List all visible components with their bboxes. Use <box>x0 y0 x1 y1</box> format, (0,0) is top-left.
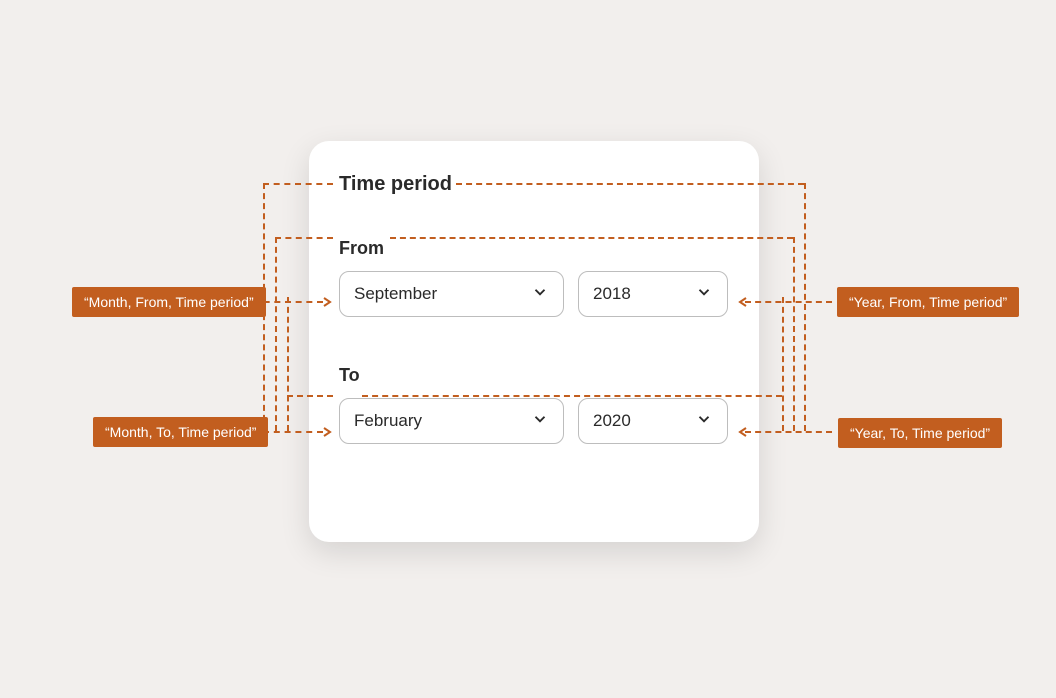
diagram-dashed-line <box>793 237 795 431</box>
arrow-left-icon <box>737 295 749 307</box>
to-month-select[interactable]: February <box>339 398 564 444</box>
diagram-dashed-line <box>263 183 265 431</box>
to-year-select[interactable]: 2020 <box>578 398 728 444</box>
diagram-dashed-line <box>745 431 832 433</box>
chevron-down-icon <box>695 283 713 306</box>
from-group: From September 2018 <box>339 238 729 317</box>
to-month-value: February <box>354 411 422 431</box>
diagram-dashed-line <box>287 395 333 397</box>
diagram-dashed-line <box>390 237 793 239</box>
diagram-dashed-line <box>287 297 289 431</box>
diagram-dashed-line <box>456 183 804 185</box>
diagram-dashed-line <box>362 395 782 397</box>
chevron-down-icon <box>531 410 549 433</box>
from-year-select[interactable]: 2018 <box>578 271 728 317</box>
arrow-left-icon <box>737 425 749 437</box>
diagram-dashed-line <box>804 183 806 431</box>
from-month-select[interactable]: September <box>339 271 564 317</box>
annotation-month-from: “Month, From, Time period” <box>72 287 266 317</box>
diagram-dashed-line <box>275 237 333 239</box>
to-year-value: 2020 <box>593 411 631 431</box>
arrow-right-icon <box>321 295 333 307</box>
diagram-dashed-line <box>745 301 832 303</box>
diagram-dashed-line <box>263 183 333 185</box>
diagram-dashed-line <box>263 431 323 433</box>
annotation-year-to: “Year, To, Time period” <box>838 418 1002 448</box>
chevron-down-icon <box>531 283 549 306</box>
diagram-dashed-line <box>782 297 784 431</box>
from-label: From <box>339 238 729 259</box>
diagram-dashed-line <box>275 237 277 431</box>
to-label: To <box>339 365 729 386</box>
time-period-card: Time period From September 2018 To Febru… <box>309 141 759 542</box>
from-year-value: 2018 <box>593 284 631 304</box>
to-group: To February 2020 <box>339 365 729 444</box>
from-month-value: September <box>354 284 437 304</box>
arrow-right-icon <box>321 425 333 437</box>
annotation-year-from: “Year, From, Time period” <box>837 287 1019 317</box>
annotation-month-to: “Month, To, Time period” <box>93 417 268 447</box>
chevron-down-icon <box>695 410 713 433</box>
diagram-dashed-line <box>253 301 323 303</box>
